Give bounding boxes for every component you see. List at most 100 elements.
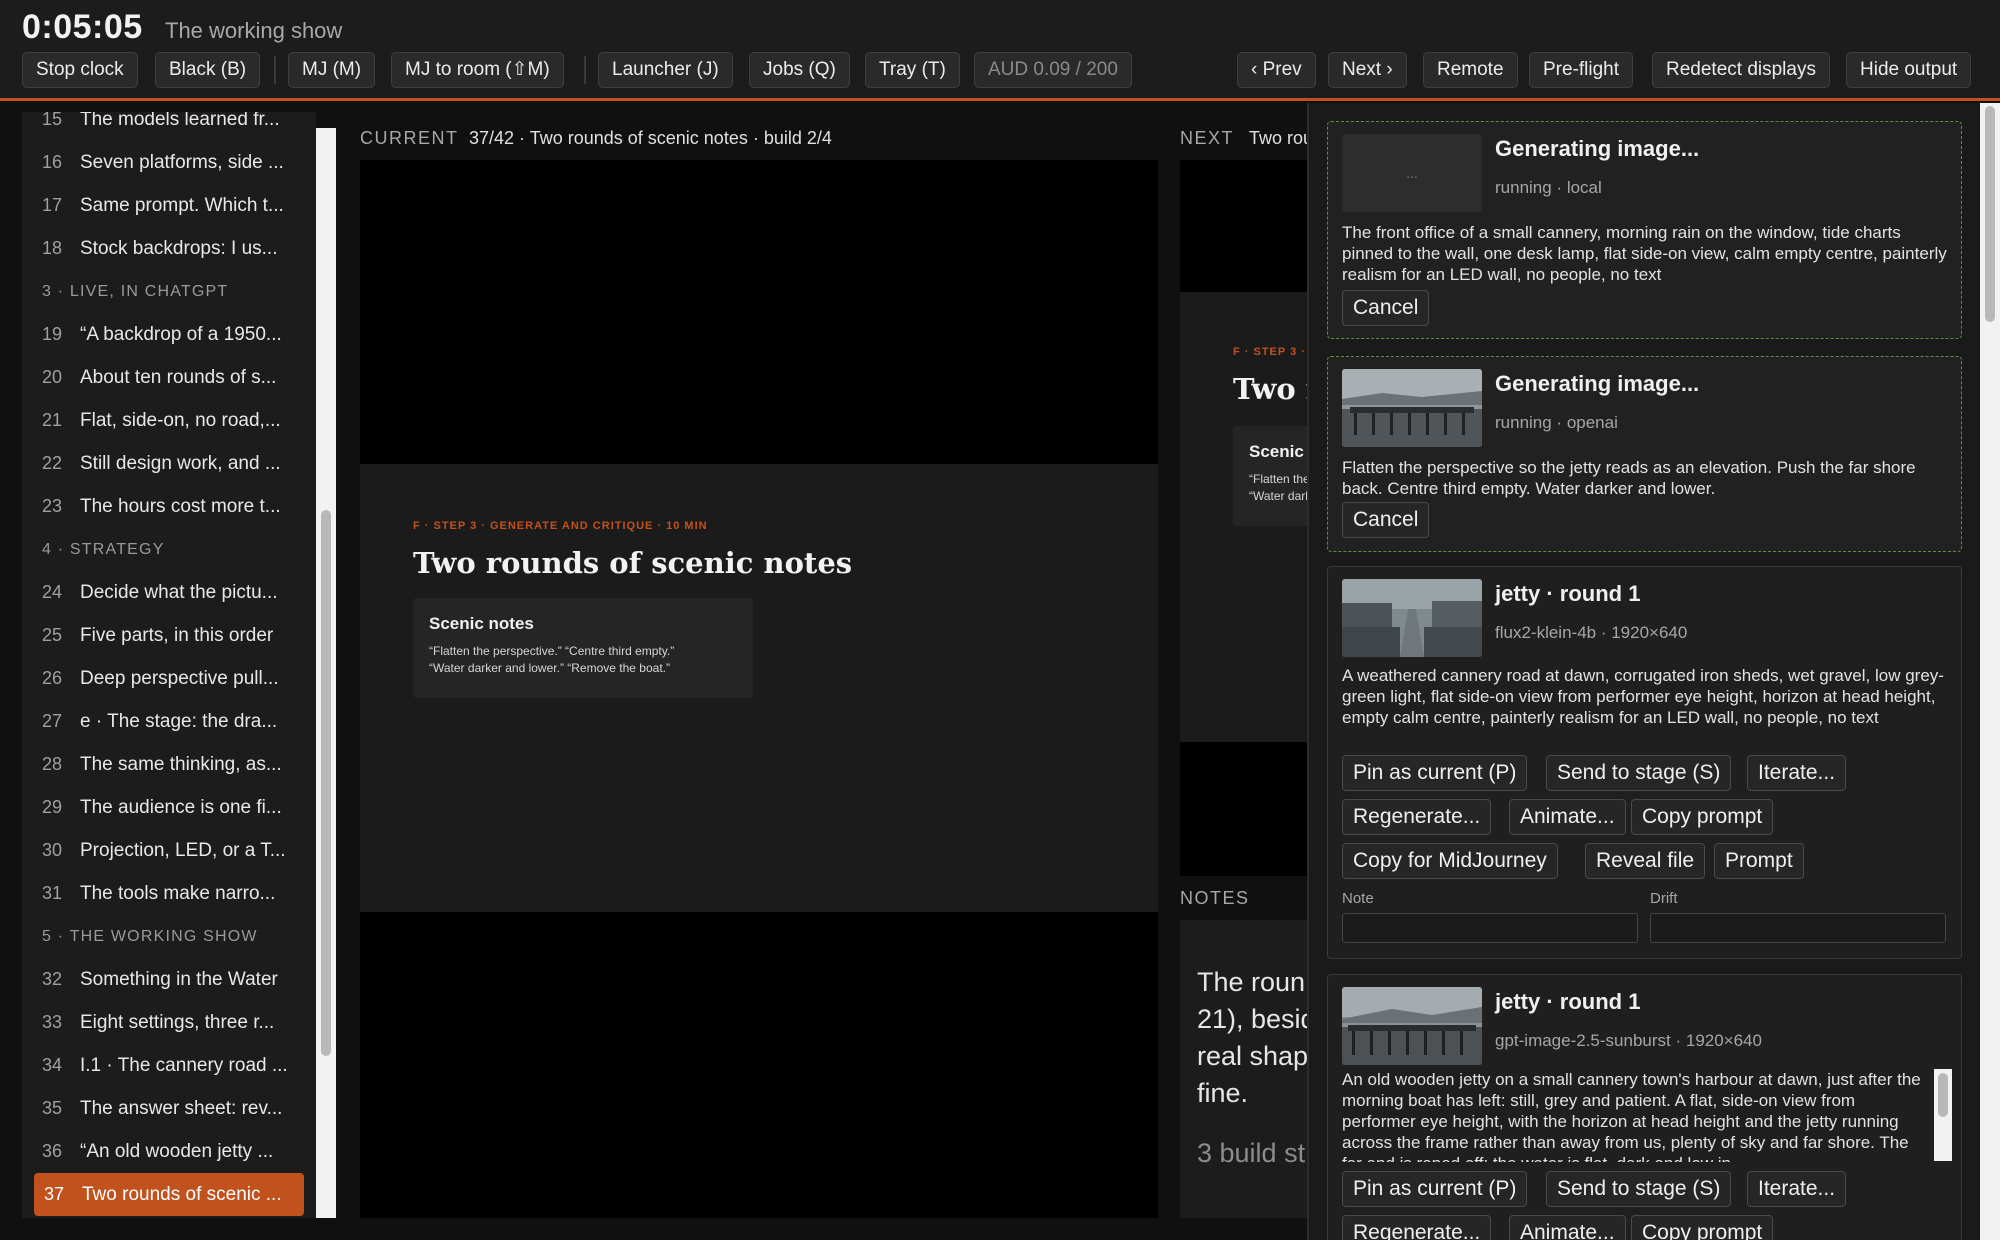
hide-output-button[interactable]: Hide output (1846, 52, 1972, 88)
jetty-thumbnail-image (1342, 987, 1482, 1065)
job-thumbnail-placeholder: ... (1342, 134, 1482, 212)
outline-item-title: Same prompt. Which t... (80, 194, 284, 216)
outline-item[interactable]: 18 Stock backdrops: I us... (22, 227, 316, 270)
outline-item-number: 34 (42, 1055, 63, 1075)
slide-title: Two rounds of scenic notes (413, 546, 853, 580)
scenic-notes-card: Scenic notes “Flatten the perspective.” … (413, 598, 753, 698)
pin-as-current-button[interactable]: Pin as current (P) (1342, 755, 1528, 791)
outline-item[interactable]: 25 Five parts, in this order (22, 614, 316, 657)
outline-section-heading: 3 · LIVE, IN CHATGPT (42, 282, 229, 300)
regenerate-button[interactable]: Regenerate... (1342, 1215, 1492, 1240)
animate-button[interactable]: Animate... (1509, 799, 1626, 835)
note-input[interactable] (1342, 913, 1638, 943)
outline-item[interactable]: 28 The same thinking, as... (22, 743, 316, 786)
outline-item[interactable]: 22 Still design work, and ... (22, 442, 316, 485)
stop-clock-button[interactable]: Stop clock (22, 52, 138, 88)
black-button[interactable]: Black (B) (155, 52, 261, 88)
build-steps-text: 3 build st (1197, 1138, 1306, 1168)
outline-item-title: Deep perspective pull... (80, 667, 279, 689)
drift-input[interactable] (1650, 913, 1946, 943)
prompt-scrollbar-thumb[interactable] (1938, 1073, 1948, 1117)
outline-item-title: The same thinking, as... (80, 753, 282, 775)
send-to-stage-button[interactable]: Send to stage (S) (1546, 1171, 1732, 1207)
job-thumbnail[interactable] (1342, 579, 1482, 657)
prev-button[interactable]: ‹ Prev (1237, 52, 1316, 88)
outline-item-number: 35 (42, 1098, 63, 1118)
outline-scrollbar-thumb[interactable] (321, 510, 331, 1056)
job-prompt: The front office of a small cannery, mor… (1342, 223, 1947, 284)
outline-item-title: Decide what the pictu... (80, 581, 278, 603)
animate-button[interactable]: Animate... (1509, 1215, 1626, 1240)
mj-button[interactable]: MJ (M) (288, 52, 376, 88)
outline-item[interactable]: 36 “An old wooden jetty ... (22, 1130, 316, 1173)
outline-scrollbar[interactable] (316, 128, 336, 1218)
outline-item[interactable]: 34 I.1 · The cannery road ... (22, 1044, 316, 1087)
show-clock: 0:05:05 (22, 8, 143, 46)
jobs-button[interactable]: Jobs (Q) (749, 52, 850, 88)
outline-item[interactable]: 32 Something in the Water (22, 958, 316, 1001)
redetect-displays-button[interactable]: Redetect displays (1652, 52, 1830, 88)
jobs-tray-scrollbar-thumb[interactable] (1985, 106, 1995, 322)
slide-title: Two rounds of scenic notes (1233, 372, 1310, 406)
cancel-button[interactable]: Cancel (1342, 290, 1430, 326)
pin-as-current-button[interactable]: Pin as current (P) (1342, 1171, 1528, 1207)
outline-item-number: 20 (42, 367, 63, 387)
outline-item[interactable]: 29 The audience is one fi... (22, 786, 316, 829)
reveal-file-button[interactable]: Reveal file (1585, 843, 1706, 879)
next-button[interactable]: Next › (1328, 52, 1407, 88)
tray-button[interactable]: Tray (T) (865, 52, 960, 88)
outline-item[interactable]: 20 About ten rounds of s... (22, 356, 316, 399)
outline-item[interactable]: 33 Eight settings, three r... (22, 1001, 316, 1044)
iterate-button[interactable]: Iterate... (1747, 755, 1847, 791)
card-quote-text: “Flatten the perspective.” “Centre third… (429, 643, 749, 677)
mj-to-room-button[interactable]: MJ to room (⇧M) (391, 52, 564, 88)
job-card-complete: jetty · round 1 flux2-klein-4b · 1920×64… (1327, 566, 1962, 959)
outline-item-active[interactable]: 37 Two rounds of scenic ... (34, 1173, 304, 1216)
copy-prompt-button[interactable]: Copy prompt (1631, 1215, 1774, 1240)
outline-item[interactable]: 23 The hours cost more t... (22, 485, 316, 528)
job-thumbnail[interactable] (1342, 987, 1482, 1065)
prompt-button[interactable]: Prompt (1714, 843, 1804, 879)
cancel-button[interactable]: Cancel (1342, 502, 1430, 538)
outline-item[interactable]: 17 Same prompt. Which t... (22, 184, 316, 227)
remote-button[interactable]: Remote (1423, 52, 1518, 88)
jobs-tray: ... Generating image... running · local … (1307, 103, 1980, 1240)
outline-item[interactable]: 16 Seven platforms, side ... (22, 141, 316, 184)
outline-item[interactable]: 30 Projection, LED, or a T... (22, 829, 316, 872)
outline-item-title: “An old wooden jetty ... (80, 1140, 274, 1162)
outline-item-title: e · The stage: the dra... (80, 710, 278, 732)
outline-item-title: Something in the Water (80, 968, 278, 990)
job-title: Generating image... (1495, 371, 1700, 396)
job-prompt: An old wooden jetty on a small cannery t… (1342, 1070, 1921, 1162)
outline-item-number: 16 (42, 152, 63, 172)
note-label: Note (1342, 890, 1374, 907)
outline-item-number: 17 (42, 195, 63, 215)
live-indicator-line (0, 98, 2000, 101)
outline-item[interactable]: 15 The models learned fr... (22, 112, 316, 141)
outline-item[interactable]: 21 Flat, side-on, no road,... (22, 399, 316, 442)
prompt-scrollbar[interactable] (1934, 1069, 1952, 1161)
copy-prompt-button[interactable]: Copy prompt (1631, 799, 1774, 835)
copy-for-midjourney-button[interactable]: Copy for MidJourney (1342, 843, 1558, 879)
top-bar: 0:05:05 The working show Stop clock Blac… (0, 0, 2000, 100)
outline-item-title: The hours cost more t... (80, 495, 281, 517)
outline-item[interactable]: 31 The tools make narro... (22, 872, 316, 915)
outline-item[interactable]: 24 Decide what the pictu... (22, 571, 316, 614)
current-slide-preview: F · STEP 3 · GENERATE AND CRITIQUE · 10 … (360, 160, 1158, 1218)
outline-item[interactable]: 35 The answer sheet: rev... (22, 1087, 316, 1130)
preflight-button[interactable]: Pre-flight (1529, 52, 1634, 88)
outline-item[interactable]: 27 e · The stage: the dra... (22, 700, 316, 743)
speaker-notes-text: The roun 21), besid real shap fine. (1197, 964, 1310, 1112)
outline-section-heading: 5 · THE WORKING SHOW (42, 927, 258, 945)
job-meta: flux2-klein-4b · 1920×640 (1495, 623, 1688, 642)
outline-item-title: The models learned fr... (80, 112, 280, 130)
outline-item[interactable]: 26 Deep perspective pull... (22, 657, 316, 700)
outline-item-number: 33 (42, 1012, 63, 1032)
regenerate-button[interactable]: Regenerate... (1342, 799, 1492, 835)
send-to-stage-button[interactable]: Send to stage (S) (1546, 755, 1732, 791)
outline-item[interactable]: 19 “A backdrop of a 1950... (22, 313, 316, 356)
jobs-tray-scrollbar[interactable] (1980, 103, 2000, 1240)
launcher-button[interactable]: Launcher (J) (598, 52, 733, 88)
toolbar-divider (274, 56, 276, 84)
iterate-button[interactable]: Iterate... (1747, 1171, 1847, 1207)
